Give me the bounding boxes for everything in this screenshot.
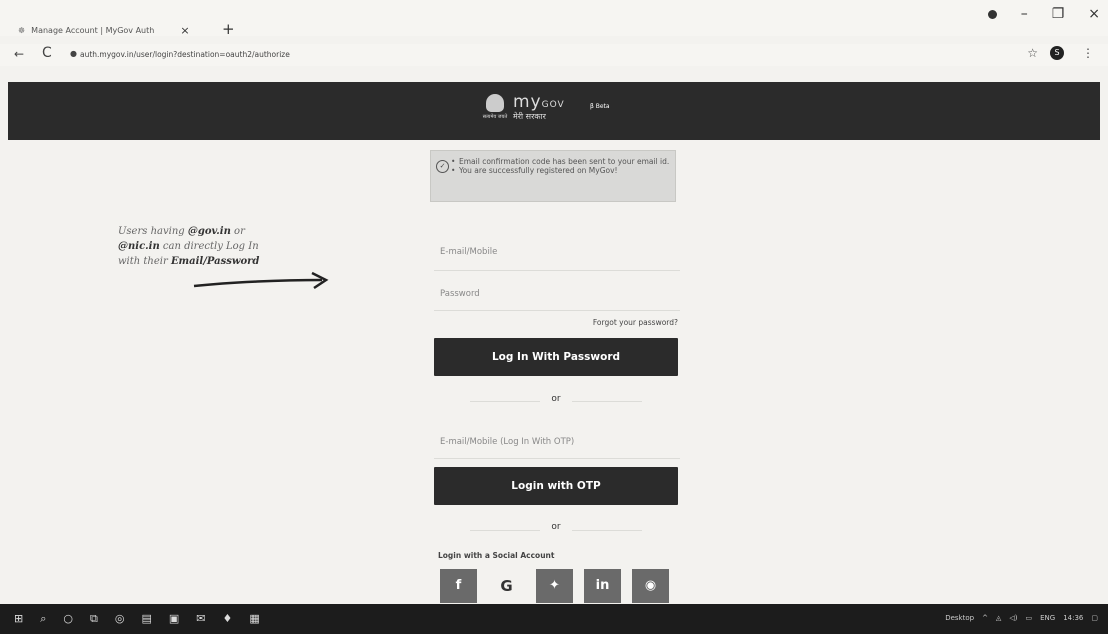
linkedin-login-button[interactable]: in [584, 569, 621, 603]
url-field[interactable]: auth.mygov.in/user/login?destination=oau… [80, 50, 290, 59]
os-taskbar: ⊞ ⌕ ○ ⧉ ◎ ▤ ▣ ✉ ♦ ▦ Desktop ^ ◬ ◁) ▭ ENG… [0, 604, 1108, 634]
success-alert: ✓ Email confirmation code has been sent … [430, 150, 676, 202]
desktop-toolbar-label[interactable]: Desktop [945, 614, 974, 622]
battery-icon[interactable]: ▭ [1025, 614, 1032, 622]
beta-badge: β Beta [590, 103, 610, 110]
minimize-button[interactable]: – [1021, 6, 1028, 22]
divider [572, 401, 642, 402]
window-controls: – ❐ × [987, 6, 1100, 22]
new-tab-button[interactable]: + [222, 20, 235, 38]
network-icon[interactable]: ◬ [996, 614, 1001, 622]
divider [572, 530, 642, 531]
browser-menu-icon[interactable]: ⋮ [1082, 46, 1094, 60]
github-login-button[interactable]: ◉ [632, 569, 669, 603]
mail-icon[interactable]: ✉ [196, 612, 205, 626]
app-icon[interactable]: ♦ [223, 612, 233, 626]
tab-title: Manage Account | MyGov Auth [31, 26, 155, 35]
reload-icon[interactable]: C [42, 45, 52, 61]
browser-tab[interactable]: ☸ Manage Account | MyGov Auth × [18, 24, 190, 37]
alert-messages: Email confirmation code has been sent to… [451, 157, 671, 175]
search-icon[interactable]: ⌕ [40, 612, 46, 626]
mygov-logo[interactable]: myGOV मेरी सरकार [513, 92, 565, 122]
task-view-icon[interactable]: ⧉ [90, 612, 98, 626]
lock-icon: ● [70, 49, 77, 58]
browser-icon[interactable]: ◎ [115, 612, 125, 626]
google-login-button[interactable]: G [488, 569, 525, 603]
site-favicon-icon: ☸ [18, 26, 26, 35]
volume-icon[interactable]: ◁) [1009, 614, 1017, 622]
check-circle-icon: ✓ [436, 160, 449, 173]
hint-arrow-icon [193, 271, 329, 290]
profile-avatar[interactable]: S [1050, 46, 1064, 60]
tab-close-icon[interactable]: × [180, 24, 189, 37]
otp-email-field[interactable]: E-mail/Mobile (Log In With OTP) [440, 437, 574, 447]
login-with-password-button[interactable]: Log In With Password [434, 338, 678, 376]
close-window-button[interactable]: × [1088, 6, 1100, 22]
app-icon[interactable]: ▦ [249, 612, 259, 626]
email-field-underline [434, 270, 680, 271]
email-field[interactable]: E-mail/Mobile [440, 247, 497, 257]
cortana-icon[interactable]: ○ [63, 612, 73, 626]
alert-message: Email confirmation code has been sent to… [451, 157, 671, 166]
social-login-label: Login with a Social Account [438, 551, 555, 560]
site-header: सत्यमेव जयते myGOV मेरी सरकार β Beta [8, 82, 1100, 140]
national-emblem-logo: सत्यमेव जयते [482, 94, 508, 128]
alert-message: You are successfully registered on MyGov… [451, 166, 671, 175]
twitter-login-button[interactable]: ✦ [536, 569, 573, 603]
otp-field-underline [434, 458, 680, 459]
browser-tab-bar: ☸ Manage Account | MyGov Auth × + – ❐ × [0, 0, 1108, 38]
password-field-underline [434, 310, 680, 311]
or-separator: or [551, 394, 561, 404]
file-explorer-icon[interactable]: ▤ [141, 612, 151, 626]
chevron-up-icon[interactable]: ^ [982, 614, 988, 622]
address-bar-row: ← C ● auth.mygov.in/user/login?destinati… [0, 44, 1108, 66]
taskbar-icons: ⊞ ⌕ ○ ⧉ ◎ ▤ ▣ ✉ ♦ ▦ [14, 612, 260, 626]
extension-icon[interactable] [987, 9, 997, 19]
notification-icon[interactable]: ▢ [1091, 614, 1098, 622]
store-icon[interactable]: ▣ [169, 612, 179, 626]
password-field[interactable]: Password [440, 289, 480, 299]
forgot-password-link[interactable]: Forgot your password? [560, 318, 678, 327]
windows-start-icon[interactable]: ⊞ [14, 612, 23, 626]
back-icon[interactable]: ← [14, 47, 24, 61]
facebook-login-button[interactable]: f [440, 569, 477, 603]
clock[interactable]: 14:36 [1063, 614, 1083, 622]
gov-login-hint: Users having @gov.in or @nic.in can dire… [118, 226, 260, 267]
login-with-otp-button[interactable]: Login with OTP [434, 467, 678, 505]
social-login-buttons: f G ✦ in ◉ [440, 569, 669, 603]
bookmark-star-icon[interactable]: ☆ [1027, 46, 1038, 60]
language-indicator[interactable]: ENG [1040, 614, 1055, 622]
system-tray: Desktop ^ ◬ ◁) ▭ ENG 14:36 ▢ [945, 614, 1098, 622]
maximize-button[interactable]: ❐ [1052, 6, 1065, 22]
